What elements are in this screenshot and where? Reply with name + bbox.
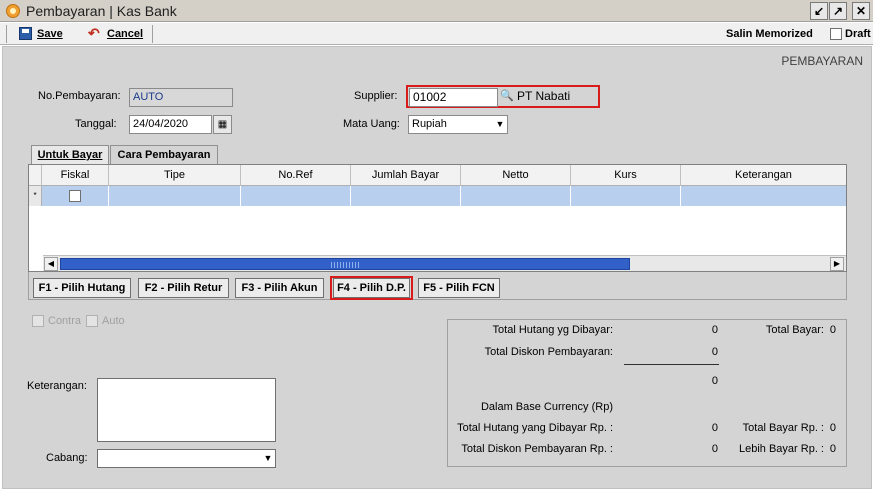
close-icon[interactable]: ✕ (852, 2, 870, 20)
column-header[interactable]: Fiskal (42, 165, 109, 186)
maximize-icon[interactable]: ↗ (829, 2, 847, 20)
cancel-label: Cancel (107, 28, 144, 40)
pilih-fcn-button[interactable]: F5 - Pilih FCN (418, 278, 500, 298)
contra-label: Contra (48, 315, 82, 327)
save-button[interactable]: Save (37, 25, 63, 43)
total-bayar-value: 0 (829, 324, 836, 336)
supplier-name: PT Nabati (517, 89, 571, 103)
total-bayar-rp-value: 0 (829, 422, 836, 434)
pilih-retur-button[interactable]: F2 - Pilih Retur (138, 278, 229, 298)
restore-icon[interactable]: ↙ (810, 2, 828, 20)
grid-header: Fiskal Tipe No.Ref Jumlah Bayar Netto Ku… (29, 165, 846, 186)
no-pembayaran-label: No.Pembayaran: (38, 90, 121, 102)
cancel-button[interactable]: Cancel (107, 25, 143, 43)
scroll-left-icon[interactable]: ◀ (44, 257, 58, 271)
total-hutang-label: Total Hutang yg Dibayar: (492, 324, 613, 336)
lebih-bayar-rp-value: 0 (829, 443, 836, 455)
grid-corner (29, 165, 42, 186)
total-bayar-rp-label: Total Bayar Rp. : (742, 422, 824, 434)
toolbar-separator (152, 25, 153, 43)
table-cell[interactable] (571, 186, 681, 206)
table-cell[interactable] (461, 186, 571, 206)
undo-icon[interactable]: ↶ (88, 26, 102, 40)
save-label: Save (37, 28, 63, 40)
table-cell[interactable] (42, 186, 109, 206)
total-diskon-rp-label: Total Diskon Pembayaran Rp. : (461, 443, 613, 455)
column-header[interactable]: Kurs (571, 165, 681, 186)
auto-checkbox[interactable] (86, 315, 98, 327)
column-header[interactable]: Keterangan (681, 165, 846, 186)
section-title: PEMBAYARAN (781, 54, 863, 68)
search-icon[interactable]: 🔍 (499, 88, 515, 105)
base-currency-label: Dalam Base Currency (Rp) (480, 401, 613, 413)
window-title: Pembayaran | Kas Bank (26, 3, 177, 19)
mata-uang-label: Mata Uang: (343, 118, 400, 130)
total-hutang-rp-value: 0 (711, 422, 718, 434)
save-icon[interactable] (19, 27, 32, 40)
app-icon (6, 4, 20, 18)
draft-checkbox[interactable] (830, 28, 842, 40)
cabang-select[interactable]: ▼ (97, 449, 276, 468)
payment-grid[interactable]: Fiskal Tipe No.Ref Jumlah Bayar Netto Ku… (28, 164, 847, 272)
table-cell[interactable] (351, 186, 461, 206)
row-indicator: * (29, 186, 42, 206)
scroll-right-icon[interactable]: ▶ (830, 257, 844, 271)
keterangan-label: Keterangan: (27, 380, 87, 392)
scroll-grip (331, 262, 361, 268)
draft-label: Draft (845, 28, 871, 40)
total-hutang-value: 0 (711, 324, 718, 336)
column-header[interactable]: Tipe (109, 165, 241, 186)
supplier-code-field[interactable]: 01002 (409, 88, 498, 107)
supplier-label: Supplier: (354, 90, 398, 102)
cabang-label: Cabang: (46, 452, 88, 464)
chevron-down-icon[interactable]: ▼ (261, 450, 275, 467)
pilih-hutang-button[interactable]: F1 - Pilih Hutang (33, 278, 131, 298)
tab-untuk-bayar[interactable]: Untuk Bayar (31, 145, 109, 164)
salin-memorized-button[interactable]: Salin Memorized (726, 25, 813, 43)
table-cell[interactable] (241, 186, 351, 206)
chevron-down-icon[interactable]: ▼ (493, 116, 507, 133)
lebih-bayar-rp-label: Lebih Bayar Rp. : (739, 443, 824, 455)
scroll-thumb[interactable] (60, 258, 630, 270)
toolbar-separator (6, 25, 7, 43)
total-diskon-label: Total Diskon Pembayaran: (484, 346, 613, 358)
column-header[interactable]: No.Ref (241, 165, 351, 186)
calendar-icon[interactable]: ▦ (213, 115, 232, 134)
table-cell[interactable] (681, 186, 846, 206)
column-header[interactable]: Jumlah Bayar (351, 165, 461, 186)
keterangan-textarea[interactable] (97, 378, 276, 442)
tab-cara-pembayaran[interactable]: Cara Pembayaran (110, 145, 218, 164)
horizontal-scrollbar[interactable]: ◀ ▶ (43, 255, 846, 271)
pilih-akun-button[interactable]: F3 - Pilih Akun (235, 278, 324, 298)
sum-divider (624, 364, 719, 365)
mata-uang-select[interactable]: Rupiah ▼ (408, 115, 508, 134)
title-bar: Pembayaran | Kas Bank ↙ ↗ ✕ (0, 0, 873, 22)
auto-label: Auto (102, 315, 125, 327)
column-header[interactable]: Netto (461, 165, 571, 186)
subtotal-value: 0 (711, 375, 718, 387)
fiskal-checkbox[interactable] (69, 190, 81, 202)
tanggal-field[interactable]: 24/04/2020 (129, 115, 212, 134)
tanggal-label: Tanggal: (75, 118, 117, 130)
contra-checkbox[interactable] (32, 315, 44, 327)
mata-uang-value: Rupiah (412, 118, 447, 130)
total-hutang-rp-label: Total Hutang yang Dibayar Rp. : (457, 422, 613, 434)
pilih-dp-button[interactable]: F4 - Pilih D.P. (333, 278, 410, 298)
no-pembayaran-field[interactable]: AUTO (129, 88, 233, 107)
total-diskon-rp-value: 0 (711, 443, 718, 455)
total-bayar-label: Total Bayar: (765, 324, 824, 336)
total-diskon-value: 0 (711, 346, 718, 358)
table-cell[interactable] (109, 186, 241, 206)
